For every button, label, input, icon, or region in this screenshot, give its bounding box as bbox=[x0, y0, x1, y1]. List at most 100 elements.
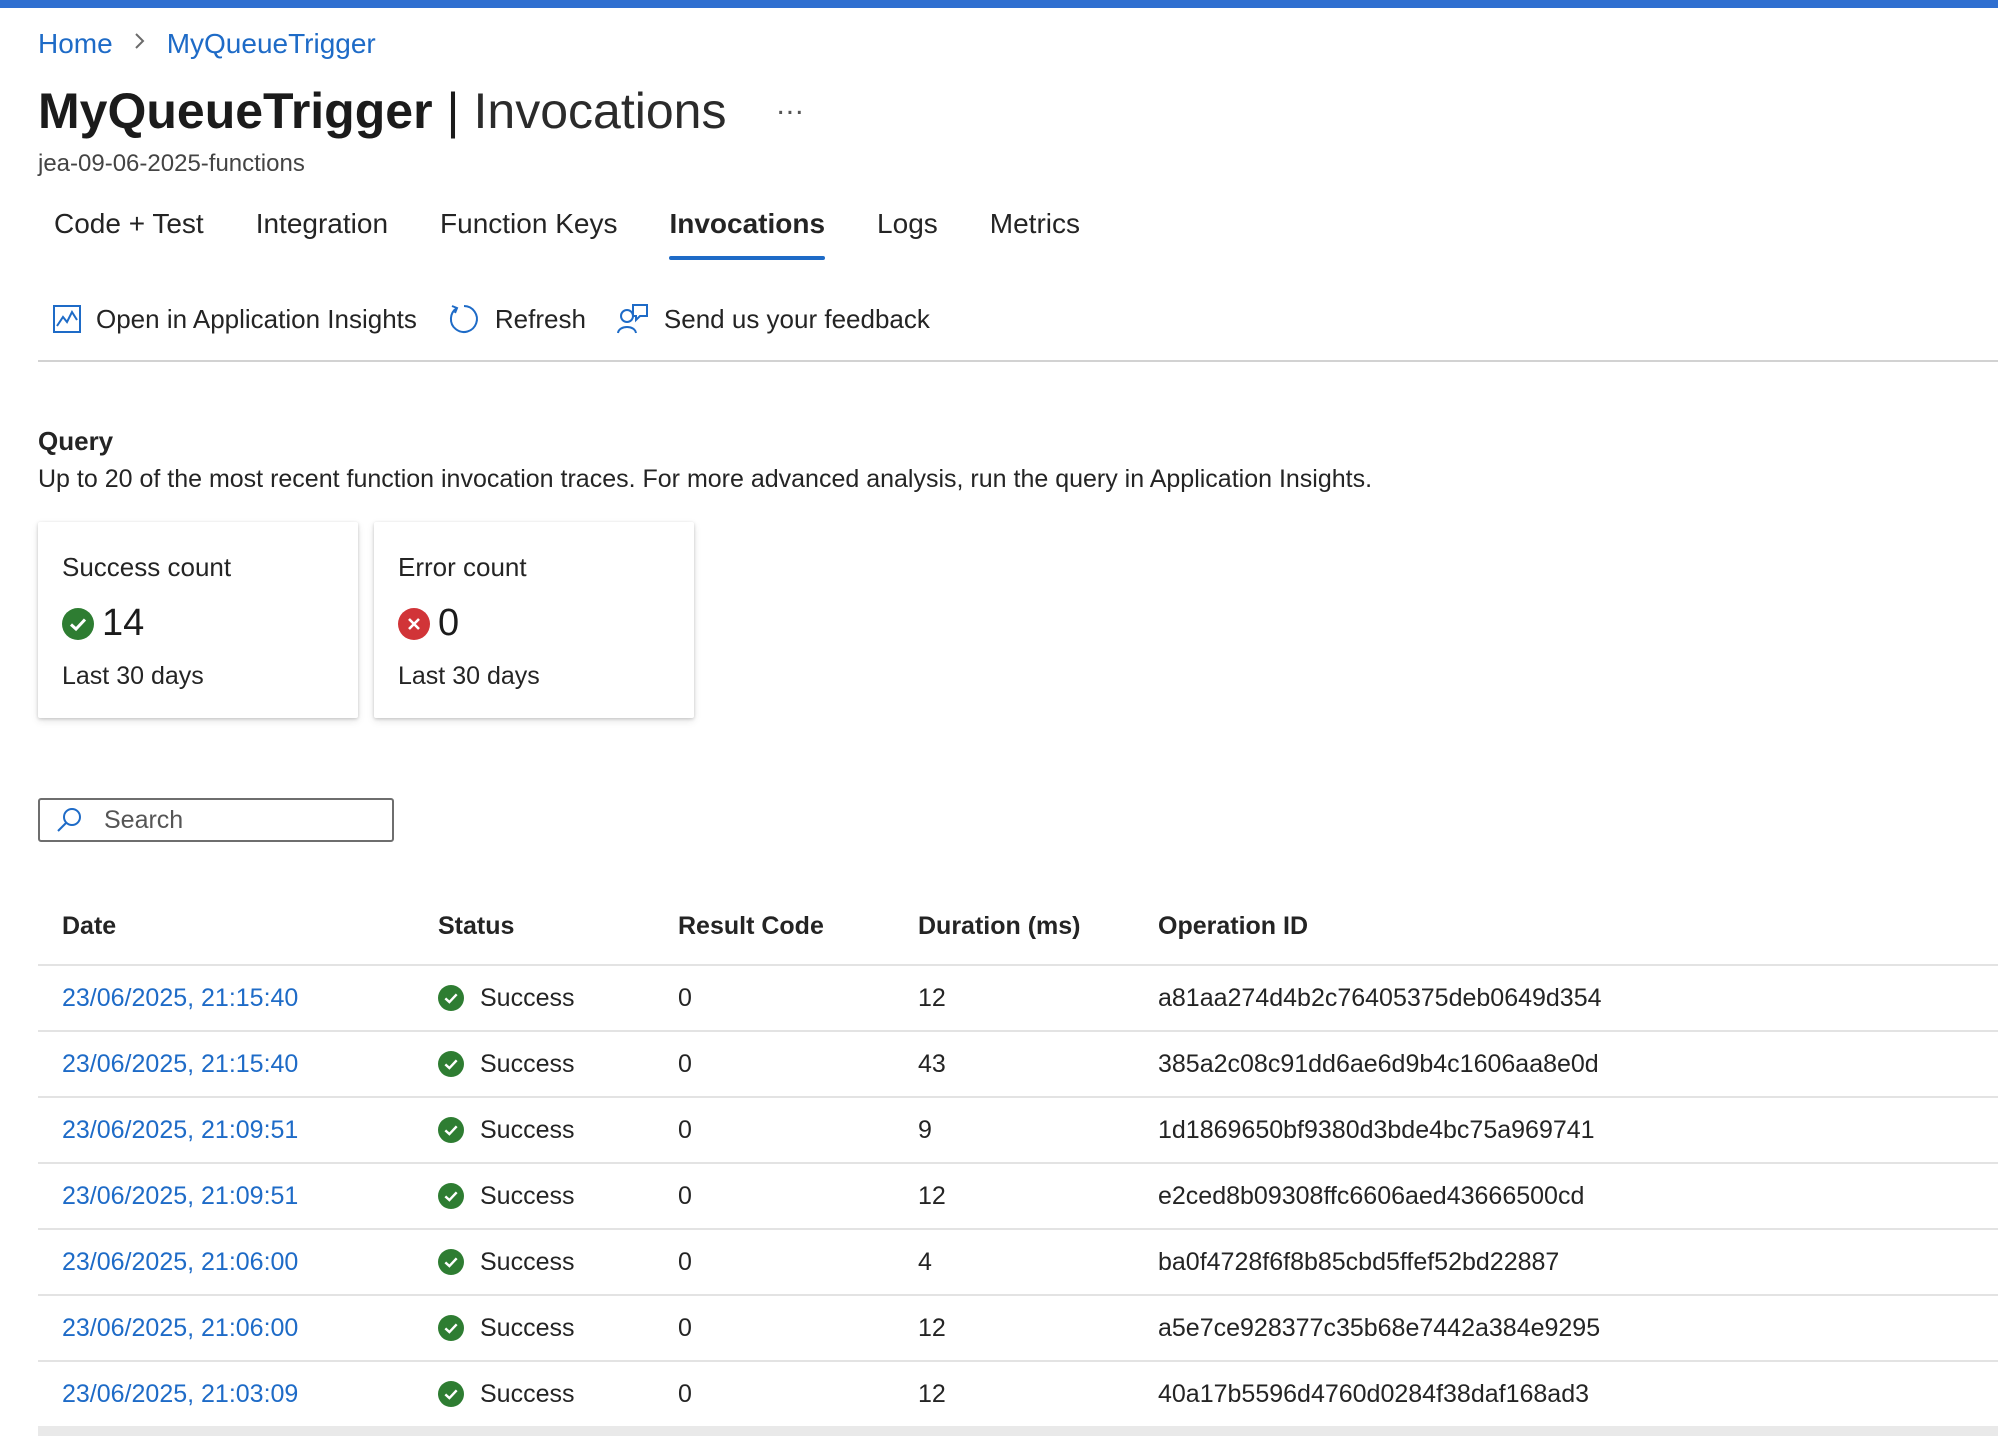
table-row: 23/06/2025, 21:06:00 Success 0 4 ba0f472… bbox=[38, 1230, 1998, 1296]
refresh-label: Refresh bbox=[494, 303, 586, 334]
check-circle-icon bbox=[438, 1381, 464, 1407]
check-circle-icon bbox=[438, 1183, 464, 1209]
row-operation-id: ba0f4728f6f8b85cbd5ffef52bd22887 bbox=[1158, 1247, 1560, 1276]
row-duration: 4 bbox=[918, 1247, 932, 1276]
row-status: Success bbox=[438, 1248, 678, 1277]
row-operation-id: a81aa274d4b2c76405375deb0649d354 bbox=[1158, 983, 1602, 1012]
row-date-link[interactable]: 23/06/2025, 21:15:40 bbox=[38, 1050, 438, 1079]
page-title: MyQueueTrigger | Invocations ... bbox=[38, 82, 804, 140]
row-status-label: Success bbox=[480, 983, 575, 1012]
row-duration: 9 bbox=[918, 1115, 932, 1144]
row-date-link[interactable]: 23/06/2025, 21:06:00 bbox=[38, 1314, 438, 1343]
row-result-code: 0 bbox=[678, 1115, 692, 1144]
row-duration: 12 bbox=[918, 1313, 946, 1342]
row-result-code: 0 bbox=[678, 1379, 692, 1408]
breadcrumb-current[interactable]: MyQueueTrigger bbox=[167, 28, 376, 60]
open-app-insights-button[interactable]: Open in Application Insights bbox=[52, 304, 417, 335]
row-status: Success bbox=[438, 1314, 678, 1343]
top-accent-bar bbox=[0, 0, 1998, 8]
error-count-footer: Last 30 days bbox=[398, 662, 540, 690]
column-header-duration[interactable]: Duration (ms) bbox=[918, 912, 1158, 941]
table-body: 23/06/2025, 21:15:40 Success 0 12 a81aa2… bbox=[38, 966, 1998, 1428]
column-header-status[interactable]: Status bbox=[438, 912, 678, 941]
error-count-card: Error count 0 Last 30 days bbox=[374, 522, 694, 718]
success-count-value-row: 14 bbox=[62, 602, 144, 645]
check-circle-icon bbox=[438, 985, 464, 1011]
column-header-date[interactable]: Date bbox=[38, 912, 438, 941]
search-icon bbox=[57, 808, 81, 832]
success-count-value: 14 bbox=[102, 602, 145, 644]
row-date-link[interactable]: 23/06/2025, 21:15:40 bbox=[38, 984, 438, 1013]
row-date-link[interactable]: 23/06/2025, 21:06:00 bbox=[38, 1248, 438, 1277]
send-feedback-button[interactable]: Send us your feedback bbox=[616, 302, 930, 336]
column-header-operation-id[interactable]: Operation ID bbox=[1158, 912, 1998, 941]
row-status: Success bbox=[438, 984, 678, 1013]
row-status-label: Success bbox=[480, 1181, 575, 1210]
table-row: 23/06/2025, 21:15:40 Success 0 12 a81aa2… bbox=[38, 966, 1998, 1032]
error-count-value-row: 0 bbox=[398, 602, 459, 645]
tab-bar: Code + Test Integration Function Keys In… bbox=[54, 208, 1132, 260]
page-title-main: MyQueueTrigger bbox=[38, 83, 433, 139]
send-feedback-label: Send us your feedback bbox=[663, 303, 930, 334]
more-options-button[interactable]: ... bbox=[776, 88, 804, 122]
tab-code-test[interactable]: Code + Test bbox=[54, 208, 204, 260]
table-row: 23/06/2025, 21:09:51 Success 0 9 1d18696… bbox=[38, 1098, 1998, 1164]
row-status-label: Success bbox=[480, 1115, 575, 1144]
column-header-result-code[interactable]: Result Code bbox=[678, 912, 918, 941]
tab-function-keys[interactable]: Function Keys bbox=[440, 208, 617, 260]
invocations-table: Date Status Result Code Duration (ms) Op… bbox=[38, 888, 1998, 1428]
table-row: 23/06/2025, 21:15:40 Success 0 43 385a2c… bbox=[38, 1032, 1998, 1098]
tab-integration[interactable]: Integration bbox=[256, 208, 388, 260]
tab-invocations[interactable]: Invocations bbox=[669, 208, 825, 260]
refresh-button[interactable]: Refresh bbox=[447, 302, 586, 336]
row-status-label: Success bbox=[480, 1379, 575, 1408]
row-date-link[interactable]: 23/06/2025, 21:09:51 bbox=[38, 1182, 438, 1211]
check-circle-icon bbox=[438, 1051, 464, 1077]
row-status: Success bbox=[438, 1116, 678, 1145]
table-header: Date Status Result Code Duration (ms) Op… bbox=[38, 888, 1998, 966]
row-status: Success bbox=[438, 1050, 678, 1079]
row-operation-id: e2ced8b09308ffc6606aed43666500cd bbox=[1158, 1181, 1585, 1210]
page-title-section: Invocations bbox=[473, 83, 727, 139]
row-result-code: 0 bbox=[678, 1313, 692, 1342]
row-operation-id: 1d1869650bf9380d3bde4bc75a969741 bbox=[1158, 1115, 1595, 1144]
error-count-value: 0 bbox=[438, 602, 460, 644]
row-operation-id: 385a2c08c91dd6ae6d9b4c1606aa8e0d bbox=[1158, 1049, 1599, 1078]
row-status-label: Success bbox=[480, 1049, 575, 1078]
toolbar-divider bbox=[38, 360, 1998, 362]
table-row: 23/06/2025, 21:09:51 Success 0 12 e2ced8… bbox=[38, 1164, 1998, 1230]
page-title-divider: | bbox=[446, 83, 460, 139]
row-date-link[interactable]: 23/06/2025, 21:03:09 bbox=[38, 1380, 438, 1409]
chevron-right-icon bbox=[133, 30, 147, 58]
success-count-footer: Last 30 days bbox=[62, 662, 204, 690]
breadcrumb: Home MyQueueTrigger bbox=[38, 28, 376, 60]
row-result-code: 0 bbox=[678, 1181, 692, 1210]
breadcrumb-home[interactable]: Home bbox=[38, 28, 113, 60]
search-box[interactable] bbox=[38, 798, 394, 842]
row-date-link[interactable]: 23/06/2025, 21:09:51 bbox=[38, 1116, 438, 1145]
row-status: Success bbox=[438, 1182, 678, 1211]
check-circle-icon bbox=[62, 607, 94, 640]
tab-logs[interactable]: Logs bbox=[877, 208, 938, 260]
check-circle-icon bbox=[438, 1117, 464, 1143]
open-app-insights-label: Open in Application Insights bbox=[96, 303, 417, 334]
table-row: 23/06/2025, 21:03:09 Success 0 12 40a17b… bbox=[38, 1362, 1998, 1428]
search-input[interactable] bbox=[102, 804, 376, 836]
success-count-card: Success count 14 Last 30 days bbox=[38, 522, 358, 718]
row-duration: 12 bbox=[918, 1379, 946, 1408]
feedback-icon bbox=[616, 304, 648, 334]
query-heading: Query bbox=[38, 426, 114, 456]
row-result-code: 0 bbox=[678, 1247, 692, 1276]
row-result-code: 0 bbox=[678, 983, 692, 1012]
row-duration: 12 bbox=[918, 1181, 946, 1210]
page-subtitle: jea-09-06-2025-functions bbox=[38, 150, 305, 177]
error-circle-icon bbox=[398, 607, 430, 640]
row-duration: 43 bbox=[918, 1049, 946, 1078]
success-count-title: Success count bbox=[62, 552, 232, 582]
row-result-code: 0 bbox=[678, 1049, 692, 1078]
command-bar: Open in Application Insights Refresh Sen… bbox=[52, 302, 960, 336]
tab-metrics[interactable]: Metrics bbox=[990, 208, 1080, 260]
row-duration: 12 bbox=[918, 983, 946, 1012]
check-circle-icon bbox=[438, 1249, 464, 1275]
row-status-label: Success bbox=[480, 1247, 575, 1276]
